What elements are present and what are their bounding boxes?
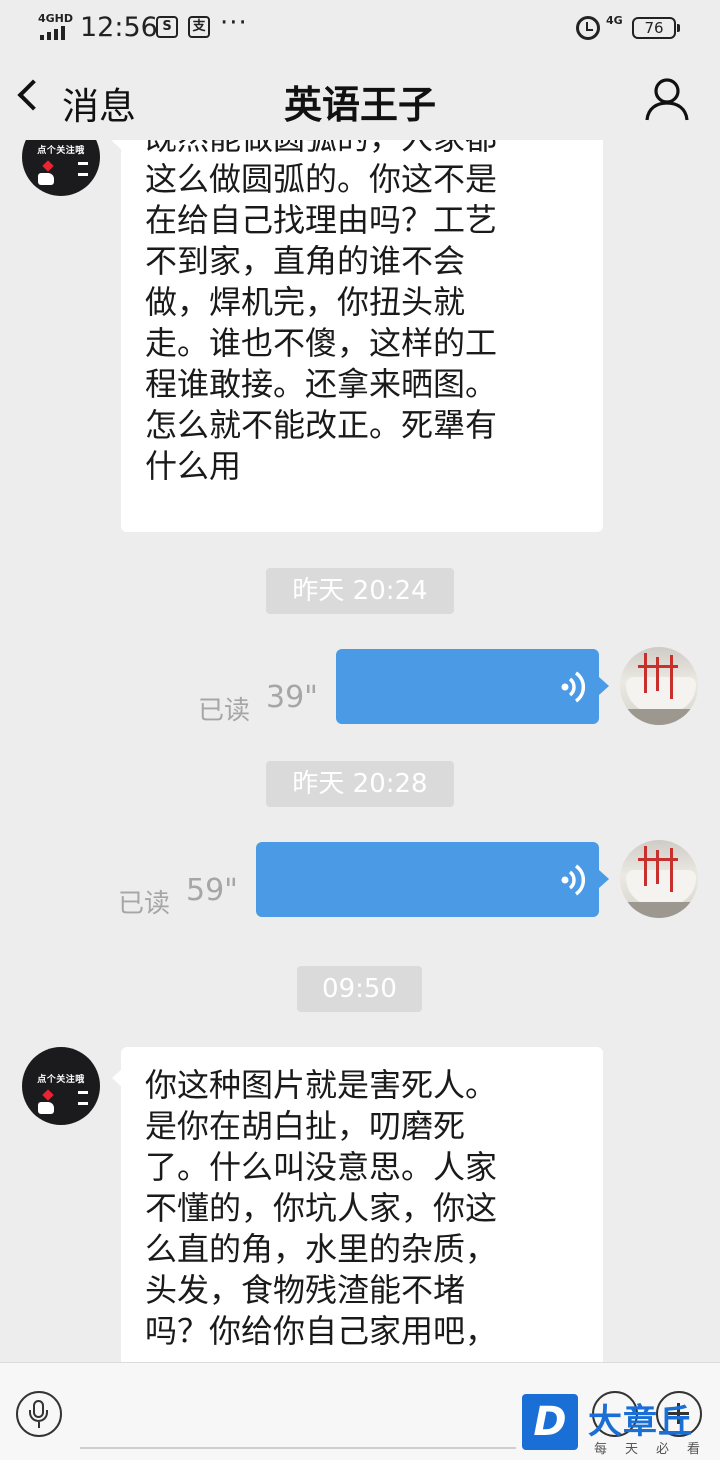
- timestamp-chip: 昨天 20:28: [266, 761, 454, 807]
- heart-icon: [42, 160, 54, 172]
- text-message-bubble[interactable]: 既然能做圆弧的，人家都 这么做圆弧的。你这不是 在给自己找理由吗？工艺 不到家，…: [112, 140, 603, 532]
- chat-message-list[interactable]: 点个关注哦 既然能做圆弧的，人家都 这么做圆弧的。你这不是 在给自己找理由吗？工…: [0, 140, 720, 1362]
- message-line: 走。谁也不傻，这样的工: [145, 324, 498, 362]
- contact-avatar[interactable]: 点个关注哦: [22, 1047, 100, 1125]
- message-line: 你这种图片就是害死人。: [145, 1066, 498, 1104]
- status-time: 12:56: [80, 12, 158, 43]
- message-line: 了。什么叫没意思。人家: [145, 1148, 498, 1186]
- message-line: 吗？你给你自己家用吧，: [145, 1312, 498, 1350]
- profile-icon[interactable]: [644, 76, 690, 122]
- message-line: 么直的角，水里的杂质，: [145, 1230, 498, 1268]
- timestamp-chip: 09:50: [297, 966, 422, 1012]
- contact-avatar[interactable]: 点个关注哦: [22, 140, 100, 196]
- status-bar: 4GHD 12:56 S 支 ··· 4G 76: [0, 0, 720, 58]
- message-line: 做，焊机完，你扭头就: [145, 283, 466, 321]
- timestamp-chip: 昨天 20:24: [266, 568, 454, 614]
- signal-icon: [40, 26, 70, 40]
- voice-wave-icon: [561, 671, 586, 703]
- avatar-text: 点个关注哦: [37, 1075, 85, 1085]
- message-line: 既然能做圆弧的，人家都: [145, 140, 579, 159]
- voice-message-bubble[interactable]: [336, 649, 609, 724]
- message-line: 怎么就不能改正。死犟有: [145, 406, 498, 444]
- heart-icon: [42, 1089, 54, 1101]
- text-message-bubble[interactable]: 你这种图片就是害死人。 是你在胡白扯，叨磨死 了。什么叫没意思。人家 不懂的，你…: [112, 1047, 603, 1362]
- my-avatar[interactable]: [620, 647, 698, 725]
- network-type: 4GHD: [38, 12, 74, 25]
- watermark-subtitle: 每天必看: [594, 1442, 719, 1457]
- message-line: 在给自己找理由吗？工艺: [145, 201, 498, 239]
- message-line: 不懂的，你坑人家，你这: [145, 1189, 498, 1227]
- more-notifications: ···: [220, 8, 248, 38]
- alarm-icon: [576, 16, 600, 40]
- chat-title: 英语王子: [283, 83, 436, 127]
- network-type-right: 4G: [606, 14, 623, 27]
- watermark-name: 大章丘: [588, 1402, 693, 1442]
- battery-icon: 76: [632, 17, 680, 39]
- read-status: 已读: [118, 889, 171, 919]
- message-line: 程谁敢接。还拿来晒图。: [145, 365, 498, 403]
- message-line: 不到家，直角的谁不会: [145, 242, 466, 280]
- arrow-down-icon: [78, 162, 88, 176]
- hand-icon: [38, 1102, 54, 1114]
- chat-header: 消息 英语王子: [0, 58, 720, 140]
- my-avatar[interactable]: [620, 840, 698, 918]
- voice-wave-icon: [561, 864, 586, 896]
- message-line: 什么用: [145, 447, 242, 485]
- read-status: 已读: [198, 696, 251, 726]
- voice-duration: 59": [186, 873, 238, 908]
- voice-duration: 39": [266, 680, 318, 715]
- avatar-text: 点个关注哦: [37, 146, 85, 156]
- message-line: 头发，食物残渣能不堵: [145, 1271, 466, 1309]
- alipay-notification-icon: 支: [188, 16, 210, 38]
- app-notification-icon: S: [156, 16, 178, 38]
- arrow-down-icon: [78, 1091, 88, 1105]
- message-line: 是你在胡白扯，叨磨死: [145, 1107, 466, 1145]
- message-line: 这么做圆弧的。你这不是: [145, 160, 498, 198]
- voice-message-bubble[interactable]: [256, 842, 609, 917]
- watermark-logo: D: [522, 1394, 578, 1450]
- microphone-icon[interactable]: [16, 1391, 62, 1437]
- message-input[interactable]: [80, 1393, 516, 1449]
- hand-icon: [38, 173, 54, 185]
